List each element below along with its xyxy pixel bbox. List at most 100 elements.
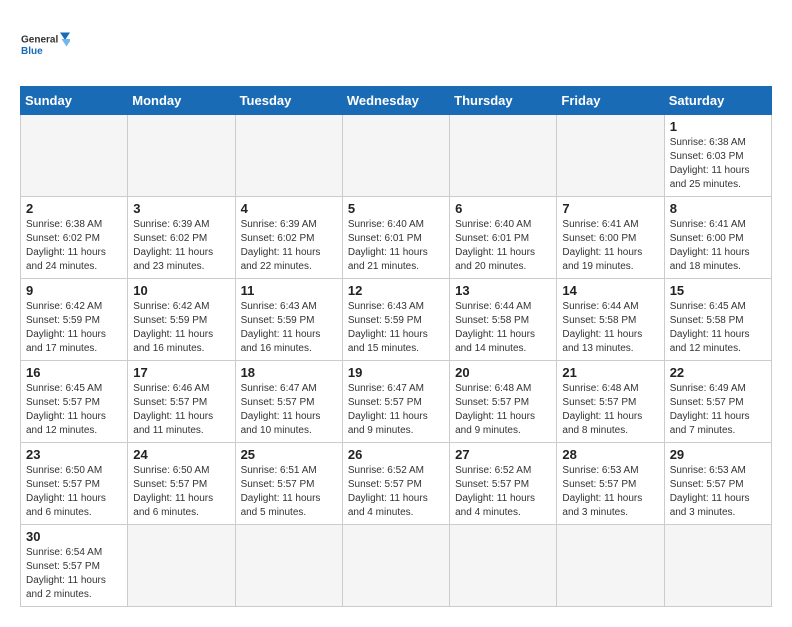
calendar-week-2: 2 Sunrise: 6:38 AM Sunset: 6:02 PM Daylig… [21, 197, 772, 279]
svg-text:General: General [21, 35, 58, 46]
calendar-day [450, 115, 557, 197]
day-info: Sunrise: 6:50 AM Sunset: 5:57 PM Dayligh… [26, 464, 122, 520]
calendar-day: 26 Sunrise: 6:52 AM Sunset: 5:57 PM Dayli… [342, 443, 449, 525]
weekday-header-row: SundayMondayTuesdayWednesdayThursdayFrid… [21, 87, 772, 115]
day-info: Sunrise: 6:45 AM Sunset: 5:58 PM Dayligh… [670, 300, 766, 356]
calendar-day: 19 Sunrise: 6:47 AM Sunset: 5:57 PM Dayli… [342, 361, 449, 443]
calendar-day: 14Sunrise: 6:44 AM Sunset: 5:58 PM Dayli… [557, 279, 664, 361]
day-number: 11 [241, 283, 337, 298]
calendar-day: 6 Sunrise: 6:40 AM Sunset: 6:01 PM Daylig… [450, 197, 557, 279]
calendar-day: 24 Sunrise: 6:50 AM Sunset: 5:57 PM Dayli… [128, 443, 235, 525]
day-info: Sunrise: 6:39 AM Sunset: 6:02 PM Dayligh… [241, 218, 337, 274]
day-info: Sunrise: 6:49 AM Sunset: 5:57 PM Dayligh… [670, 382, 766, 438]
weekday-header-monday: Monday [128, 87, 235, 115]
calendar-day: 16 Sunrise: 6:45 AM Sunset: 5:57 PM Dayli… [21, 361, 128, 443]
calendar-week-5: 23 Sunrise: 6:50 AM Sunset: 5:57 PM Dayli… [21, 443, 772, 525]
calendar-day: 25Sunrise: 6:51 AM Sunset: 5:57 PM Dayli… [235, 443, 342, 525]
day-number: 24 [133, 447, 229, 462]
day-number: 23 [26, 447, 122, 462]
calendar-day: 23 Sunrise: 6:50 AM Sunset: 5:57 PM Dayli… [21, 443, 128, 525]
day-number: 25 [241, 447, 337, 462]
calendar-day [235, 115, 342, 197]
day-number: 19 [348, 365, 444, 380]
day-info: Sunrise: 6:38 AM Sunset: 6:02 PM Dayligh… [26, 218, 122, 274]
day-number: 13 [455, 283, 551, 298]
calendar-day [128, 525, 235, 607]
day-number: 15 [670, 283, 766, 298]
calendar-day: 7 Sunrise: 6:41 AM Sunset: 6:00 PM Daylig… [557, 197, 664, 279]
weekday-header-sunday: Sunday [21, 87, 128, 115]
day-number: 16 [26, 365, 122, 380]
calendar-day: 20 Sunrise: 6:48 AM Sunset: 5:57 PM Dayli… [450, 361, 557, 443]
day-info: Sunrise: 6:53 AM Sunset: 5:57 PM Dayligh… [670, 464, 766, 520]
day-info: Sunrise: 6:47 AM Sunset: 5:57 PM Dayligh… [241, 382, 337, 438]
day-info: Sunrise: 6:48 AM Sunset: 5:57 PM Dayligh… [562, 382, 658, 438]
day-info: Sunrise: 6:42 AM Sunset: 5:59 PM Dayligh… [133, 300, 229, 356]
calendar-day: 30Sunrise: 6:54 AM Sunset: 5:57 PM Dayli… [21, 525, 128, 607]
calendar-day: 13Sunrise: 6:44 AM Sunset: 5:58 PM Dayli… [450, 279, 557, 361]
day-info: Sunrise: 6:41 AM Sunset: 6:00 PM Dayligh… [562, 218, 658, 274]
day-info: Sunrise: 6:39 AM Sunset: 6:02 PM Dayligh… [133, 218, 229, 274]
day-info: Sunrise: 6:52 AM Sunset: 5:57 PM Dayligh… [455, 464, 551, 520]
day-number: 6 [455, 201, 551, 216]
day-info: Sunrise: 6:53 AM Sunset: 5:57 PM Dayligh… [562, 464, 658, 520]
logo: General Blue [20, 20, 70, 70]
calendar-day: 2 Sunrise: 6:38 AM Sunset: 6:02 PM Daylig… [21, 197, 128, 279]
calendar-day: 8Sunrise: 6:41 AM Sunset: 6:00 PM Daylig… [664, 197, 771, 279]
day-number: 26 [348, 447, 444, 462]
calendar-day: 11Sunrise: 6:43 AM Sunset: 5:59 PM Dayli… [235, 279, 342, 361]
day-info: Sunrise: 6:43 AM Sunset: 5:59 PM Dayligh… [348, 300, 444, 356]
calendar-table: SundayMondayTuesdayWednesdayThursdayFrid… [20, 86, 772, 607]
calendar-day: 9 Sunrise: 6:42 AM Sunset: 5:59 PM Daylig… [21, 279, 128, 361]
day-number: 21 [562, 365, 658, 380]
day-info: Sunrise: 6:48 AM Sunset: 5:57 PM Dayligh… [455, 382, 551, 438]
calendar-day: 15 Sunrise: 6:45 AM Sunset: 5:58 PM Dayli… [664, 279, 771, 361]
calendar-day: 5 Sunrise: 6:40 AM Sunset: 6:01 PM Daylig… [342, 197, 449, 279]
calendar-week-1: 1 Sunrise: 6:38 AM Sunset: 6:03 PM Daylig… [21, 115, 772, 197]
calendar-day: 12Sunrise: 6:43 AM Sunset: 5:59 PM Dayli… [342, 279, 449, 361]
day-info: Sunrise: 6:40 AM Sunset: 6:01 PM Dayligh… [348, 218, 444, 274]
day-info: Sunrise: 6:40 AM Sunset: 6:01 PM Dayligh… [455, 218, 551, 274]
day-number: 27 [455, 447, 551, 462]
calendar-day [557, 525, 664, 607]
day-info: Sunrise: 6:38 AM Sunset: 6:03 PM Dayligh… [670, 136, 766, 192]
calendar-day: 18Sunrise: 6:47 AM Sunset: 5:57 PM Dayli… [235, 361, 342, 443]
calendar-day: 27 Sunrise: 6:52 AM Sunset: 5:57 PM Dayli… [450, 443, 557, 525]
svg-text:Blue: Blue [21, 46, 43, 57]
day-number: 1 [670, 119, 766, 134]
day-info: Sunrise: 6:52 AM Sunset: 5:57 PM Dayligh… [348, 464, 444, 520]
calendar-day [342, 525, 449, 607]
page-header: General Blue [20, 20, 772, 70]
day-info: Sunrise: 6:45 AM Sunset: 5:57 PM Dayligh… [26, 382, 122, 438]
day-info: Sunrise: 6:47 AM Sunset: 5:57 PM Dayligh… [348, 382, 444, 438]
day-number: 22 [670, 365, 766, 380]
calendar-day: 4 Sunrise: 6:39 AM Sunset: 6:02 PM Daylig… [235, 197, 342, 279]
calendar-day: 10Sunrise: 6:42 AM Sunset: 5:59 PM Dayli… [128, 279, 235, 361]
calendar-day [235, 525, 342, 607]
day-info: Sunrise: 6:50 AM Sunset: 5:57 PM Dayligh… [133, 464, 229, 520]
day-number: 4 [241, 201, 337, 216]
calendar-day [342, 115, 449, 197]
day-info: Sunrise: 6:46 AM Sunset: 5:57 PM Dayligh… [133, 382, 229, 438]
calendar-day: 28 Sunrise: 6:53 AM Sunset: 5:57 PM Dayli… [557, 443, 664, 525]
day-number: 20 [455, 365, 551, 380]
day-info: Sunrise: 6:44 AM Sunset: 5:58 PM Dayligh… [562, 300, 658, 356]
calendar-day: 1 Sunrise: 6:38 AM Sunset: 6:03 PM Daylig… [664, 115, 771, 197]
calendar-day: 22 Sunrise: 6:49 AM Sunset: 5:57 PM Dayli… [664, 361, 771, 443]
day-number: 17 [133, 365, 229, 380]
calendar-week-4: 16 Sunrise: 6:45 AM Sunset: 5:57 PM Dayli… [21, 361, 772, 443]
calendar-day [664, 525, 771, 607]
day-number: 5 [348, 201, 444, 216]
weekday-header-saturday: Saturday [664, 87, 771, 115]
day-number: 2 [26, 201, 122, 216]
day-number: 7 [562, 201, 658, 216]
calendar-day: 29 Sunrise: 6:53 AM Sunset: 5:57 PM Dayli… [664, 443, 771, 525]
day-info: Sunrise: 6:41 AM Sunset: 6:00 PM Dayligh… [670, 218, 766, 274]
day-number: 9 [26, 283, 122, 298]
day-info: Sunrise: 6:42 AM Sunset: 5:59 PM Dayligh… [26, 300, 122, 356]
calendar-day [128, 115, 235, 197]
day-number: 28 [562, 447, 658, 462]
weekday-header-wednesday: Wednesday [342, 87, 449, 115]
day-number: 30 [26, 529, 122, 544]
day-number: 29 [670, 447, 766, 462]
